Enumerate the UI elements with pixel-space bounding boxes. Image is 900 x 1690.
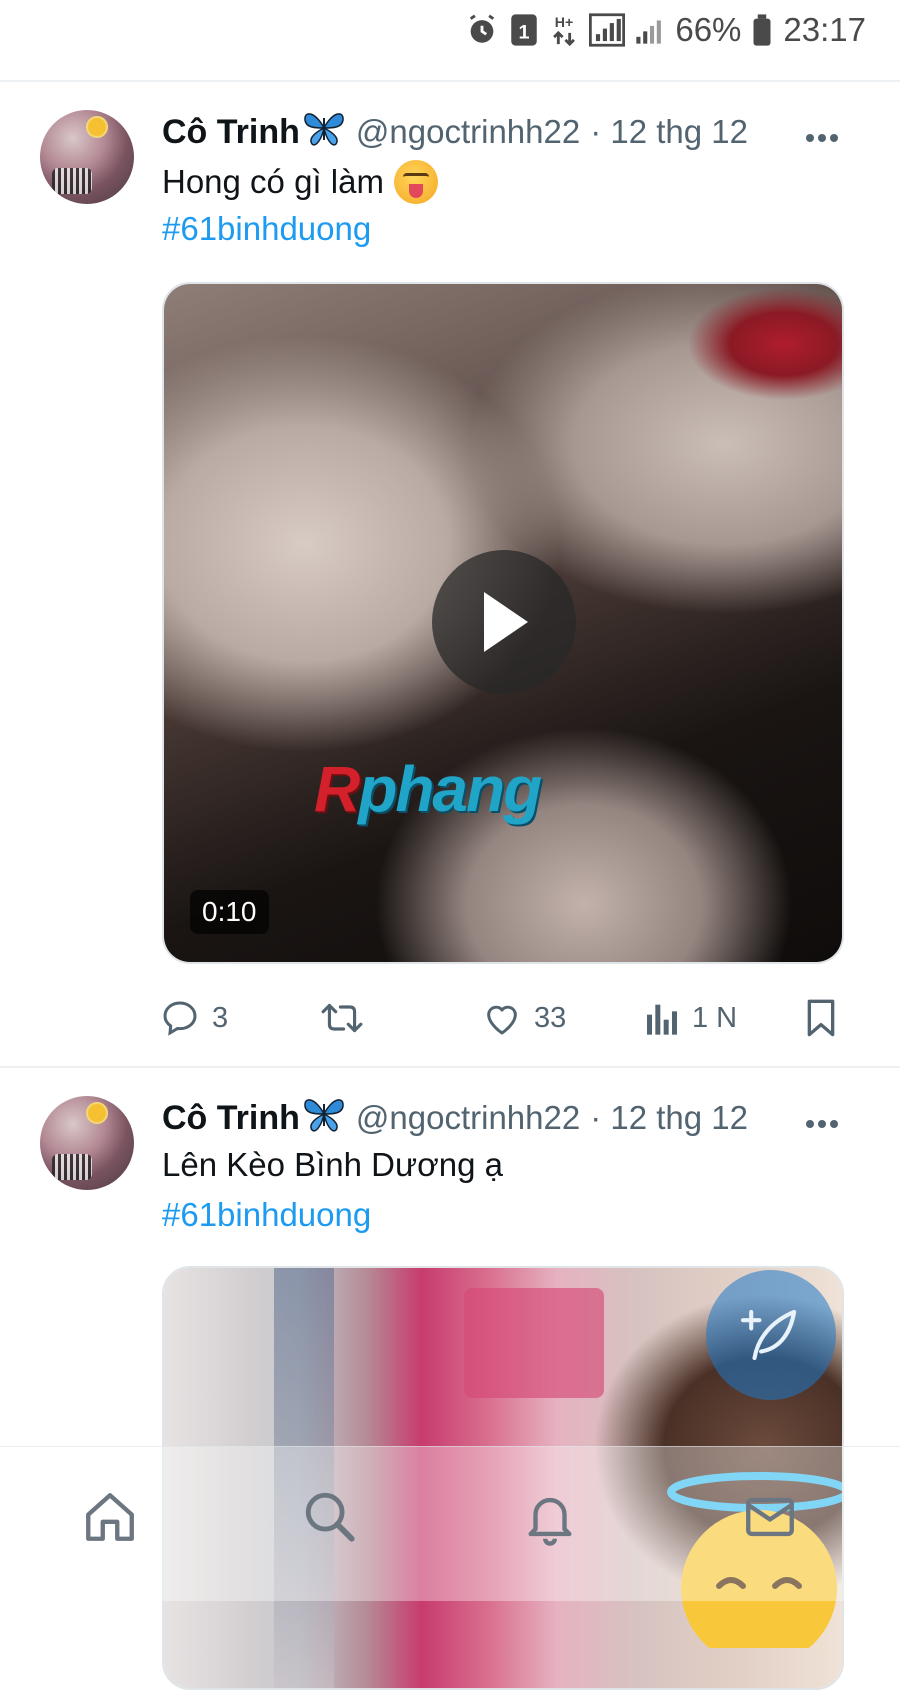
squinting-tongue-emoji-icon [393, 160, 438, 204]
status-bar: 1 H+ 66% 23:17 [0, 0, 900, 82]
more-icon[interactable] [804, 114, 840, 153]
tweet-text-content: Hong có gì làm [162, 163, 384, 200]
sim-badge-icon: 1 [509, 13, 539, 47]
tweet-date[interactable]: · 12 thg 12 [590, 113, 748, 151]
heart-icon [487, 1005, 517, 1035]
bell-icon [528, 1497, 572, 1546]
retweet-icon [321, 1003, 363, 1033]
battery-icon [751, 13, 773, 47]
video-player[interactable]: Rphang 0:10 [162, 282, 844, 964]
butterfly-emoji-icon [302, 1094, 346, 1142]
play-icon [484, 592, 528, 652]
more-icon[interactable] [804, 1100, 840, 1139]
alarm-icon [465, 13, 499, 47]
signal-icon-1 [589, 13, 626, 47]
views-icon [647, 1004, 677, 1035]
battery-percent: 66% [675, 11, 742, 48]
status-icons: 1 H+ 66% 23:17 [465, 10, 866, 50]
compose-button[interactable] [706, 1270, 836, 1400]
clock: 23:17 [783, 11, 866, 48]
like-count: 33 [534, 1001, 567, 1034]
bookmark-icon [807, 999, 835, 1037]
mail-icon [746, 1497, 794, 1537]
display-name[interactable]: Cô Trinh [162, 1099, 300, 1138]
reply-button[interactable]: 3 [160, 990, 228, 1046]
avatar[interactable] [40, 110, 134, 204]
handle[interactable]: @ngoctrinhh22 [356, 1099, 580, 1137]
avatar[interactable] [40, 1096, 134, 1190]
watermark: Rphang [314, 753, 542, 825]
views-button[interactable]: 1 N [644, 990, 737, 1046]
network-type-label: H+ [555, 15, 574, 31]
nav-messages[interactable] [730, 1477, 810, 1557]
tweet-actions: 3 33 1 N [160, 990, 860, 1046]
hashtag-link[interactable]: #61binhduong [162, 1196, 371, 1234]
display-name[interactable]: Cô Trinh [162, 113, 300, 152]
nav-notifications[interactable] [510, 1477, 590, 1557]
tweet-text: Hong có gì làm [162, 160, 438, 204]
views-count: 1 N [692, 1001, 738, 1034]
signal-icon-2 [635, 13, 665, 47]
home-icon [86, 1493, 134, 1541]
tweet-text: Lên Kèo Bình Dương ạ [162, 1146, 503, 1184]
search-icon [305, 1492, 355, 1542]
tweet-header: Cô Trinh @ngoctrinhh22 · 12 thg 12 [162, 1096, 748, 1140]
reply-icon [163, 1001, 197, 1036]
tweet-date[interactable]: · 12 thg 12 [590, 1099, 748, 1137]
butterfly-emoji-icon [302, 108, 346, 156]
video-duration: 0:10 [190, 890, 269, 934]
hashtag-link[interactable]: #61binhduong [162, 210, 371, 248]
network-type-icon: H+ [549, 13, 579, 47]
reply-count: 3 [212, 1001, 229, 1034]
tweet-text-content: Lên Kèo Bình Dương ạ [162, 1146, 503, 1183]
sim-badge-number: 1 [519, 22, 530, 44]
bookmark-button[interactable] [804, 990, 838, 1046]
nav-search[interactable] [290, 1477, 370, 1557]
tweet[interactable]: Cô Trinh @ngoctrinhh22 · 12 thg 12 Hong … [0, 82, 900, 1068]
compose-icon [740, 1309, 797, 1361]
play-button[interactable] [432, 550, 576, 694]
tweet-header: Cô Trinh @ngoctrinhh22 · 12 thg 12 [162, 110, 748, 154]
bottom-navigation [0, 1446, 900, 1601]
retweet-button[interactable] [320, 990, 376, 1046]
nav-home[interactable] [70, 1477, 150, 1557]
handle[interactable]: @ngoctrinhh22 [356, 113, 580, 151]
like-button[interactable]: 33 [482, 990, 566, 1046]
